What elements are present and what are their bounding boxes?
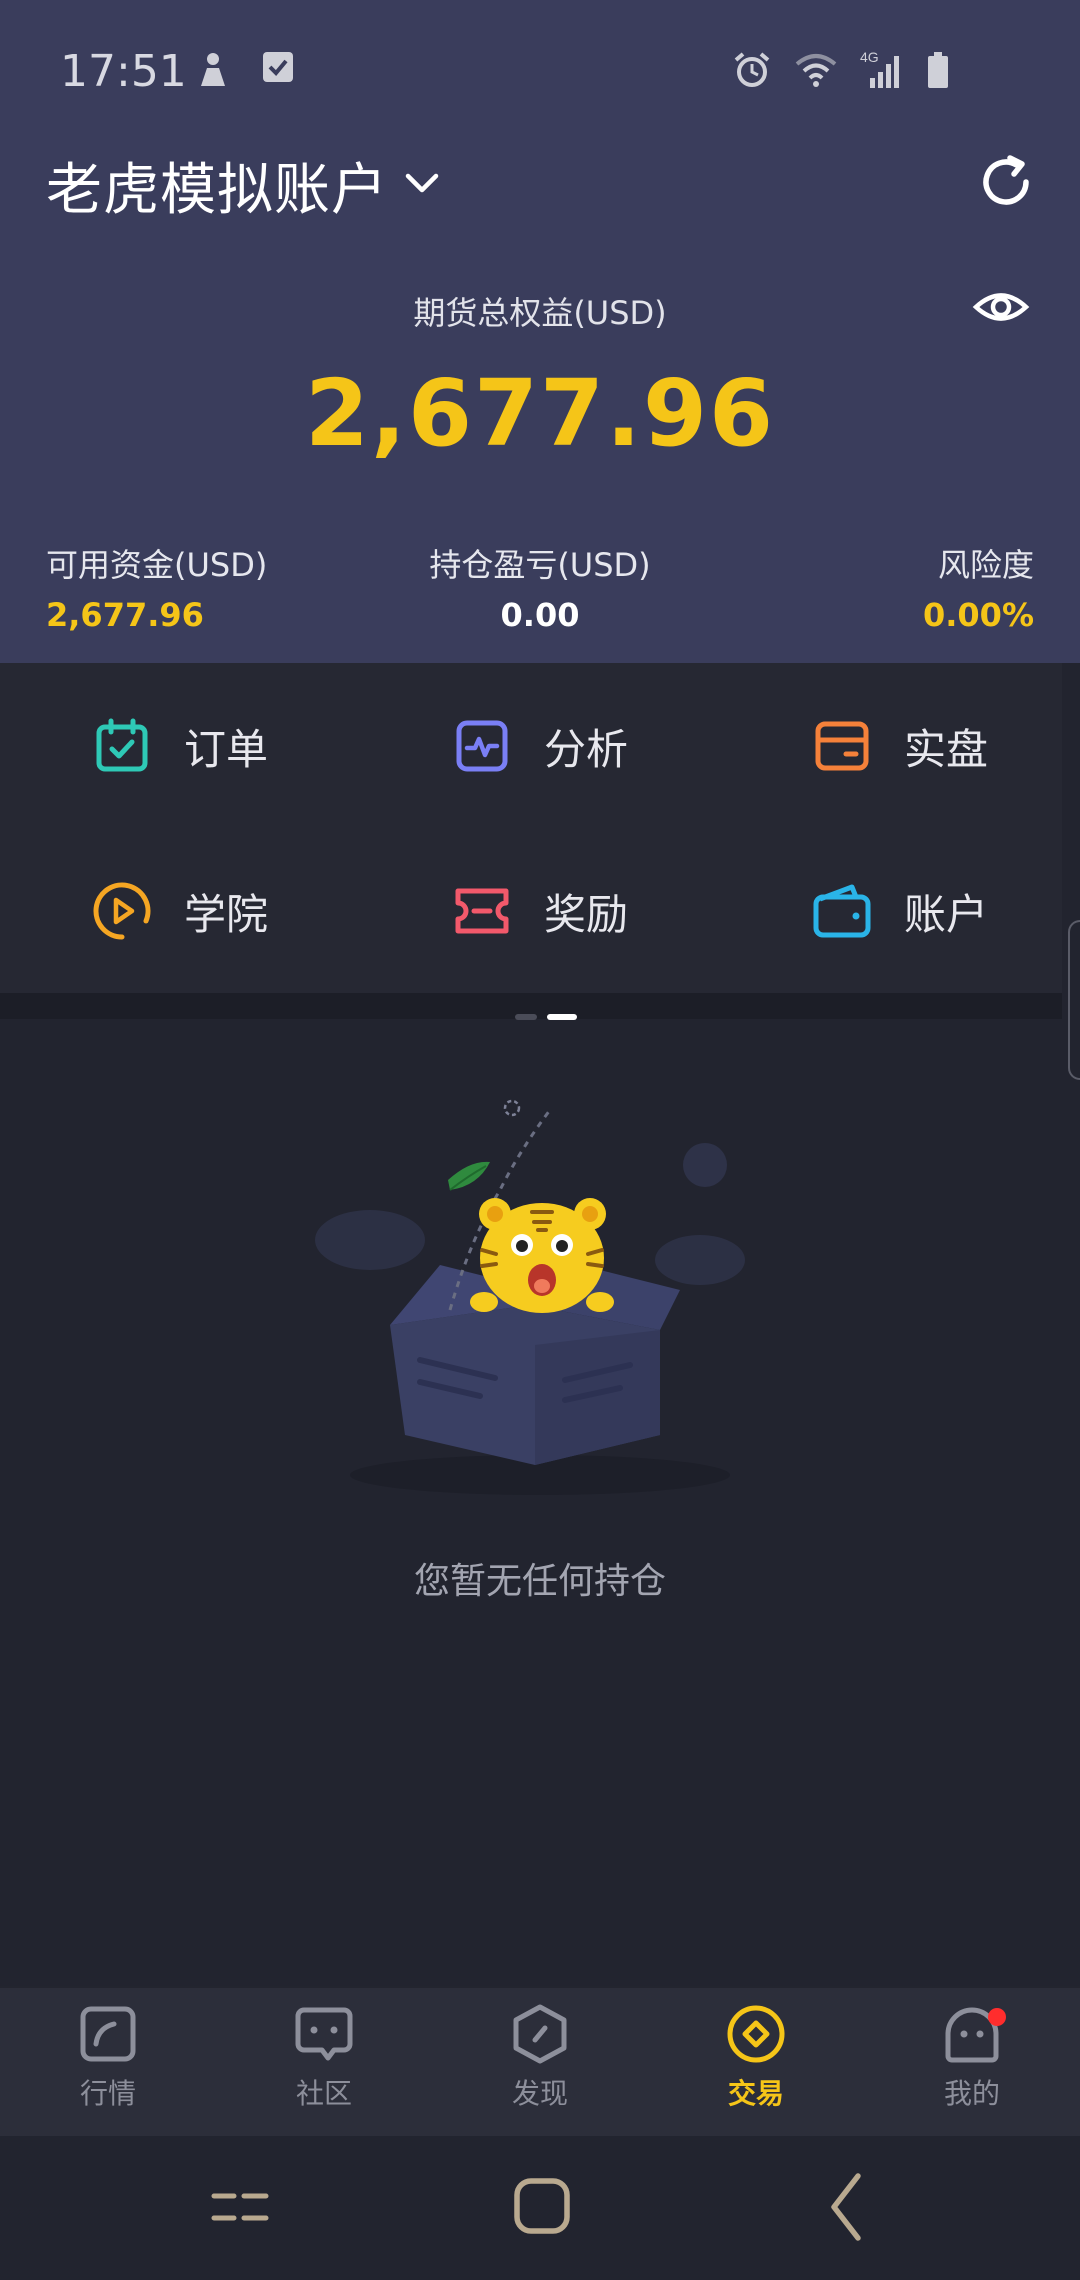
system-navigation-bar: [0, 2136, 1080, 2280]
nav-label: 我的: [943, 2077, 1000, 2110]
alarm-icon: [732, 50, 772, 90]
eye-icon: [972, 293, 1030, 336]
community-icon: [244, 2004, 404, 2064]
account-header: 17:51 4G 老虎模拟账户 期货总权益(USD) 2,677.96 可用资金…: [0, 0, 1080, 663]
shortcut-label: 奖励: [544, 889, 629, 939]
shortcut-label: 学院: [184, 889, 269, 939]
shortcut-academy[interactable]: 学院: [92, 871, 268, 951]
page-indicator: [515, 1014, 577, 1020]
ticket-icon: [452, 881, 512, 941]
nav-label: 社区: [295, 2077, 352, 2110]
trade-icon: [676, 2004, 836, 2064]
refresh-button[interactable]: [976, 152, 1036, 212]
account-selector[interactable]: 老虎模拟账户: [46, 150, 442, 223]
recent-apps-icon[interactable]: [210, 2188, 270, 2232]
nav-trade[interactable]: 交易: [676, 2004, 836, 2112]
signal-icon: 4G: [860, 50, 904, 90]
nav-profile[interactable]: 我的: [892, 2004, 1052, 2112]
position-pnl-label: 持仓盈亏(USD): [429, 546, 651, 584]
notification-badge: [988, 2008, 1006, 2026]
discover-icon: [460, 2004, 620, 2064]
shortcut-rewards[interactable]: 奖励: [452, 871, 628, 951]
shortcut-account[interactable]: 账户: [812, 871, 988, 951]
battery-icon: [926, 50, 950, 90]
nav-label: 发现: [511, 2077, 568, 2110]
calendar-check-icon: [92, 716, 152, 776]
shortcut-label: 实盘: [904, 724, 989, 774]
edge-panel-handle[interactable]: [1068, 920, 1080, 1080]
shortcut-orders[interactable]: 订单: [92, 706, 268, 786]
chevron-down-icon: [402, 168, 442, 202]
wifi-icon: [794, 52, 838, 88]
empty-tiger-illustration: [300, 1090, 780, 1510]
position-pnl-value: 0.00: [500, 596, 580, 634]
notification-app-icon: [195, 50, 231, 90]
risk-level: 风险度 0.00%: [923, 540, 1034, 634]
back-icon[interactable]: [826, 2172, 866, 2246]
empty-positions-message: 您暂无任何持仓: [413, 1561, 666, 1602]
profile-icon: [892, 2004, 1052, 2064]
bottom-navigation: 行情 社区 发现 交易 我的: [0, 1986, 1080, 2136]
risk-level-label: 风险度: [937, 546, 1034, 584]
play-circle-icon: [92, 881, 152, 941]
position-pnl: 持仓盈亏(USD) 0.00: [0, 540, 1080, 634]
shortcut-label: 分析: [544, 724, 629, 774]
svg-text:4G: 4G: [860, 50, 879, 65]
status-bar: 17:51 4G: [0, 0, 1080, 145]
status-time: 17:51: [60, 46, 187, 97]
wallet-icon: [812, 881, 872, 941]
risk-level-value: 0.00%: [922, 596, 1034, 634]
toggle-visibility-button[interactable]: [972, 282, 1030, 332]
equity-value: 2,677.96: [305, 360, 775, 467]
market-icon: [28, 2004, 188, 2064]
card-icon: [812, 716, 872, 776]
pulse-chart-icon: [452, 716, 512, 776]
shortcut-label: 账户: [904, 889, 989, 939]
nav-label: 行情: [79, 2077, 136, 2110]
account-name: 老虎模拟账户: [46, 157, 388, 223]
shortcut-analysis[interactable]: 分析: [452, 706, 628, 786]
shortcut-grid: 订单 分析 实盘 学院 奖励 账户: [0, 663, 1062, 993]
nav-discover[interactable]: 发现: [460, 2004, 620, 2112]
shortcut-live-account[interactable]: 实盘: [812, 706, 988, 786]
checkbox-notification-icon: [261, 50, 295, 90]
shortcut-label: 订单: [184, 724, 269, 774]
refresh-icon: [976, 155, 1036, 216]
page-dot: [515, 1014, 537, 1020]
nav-community[interactable]: 社区: [244, 2004, 404, 2112]
nav-market[interactable]: 行情: [28, 2004, 188, 2112]
page-dot-active: [547, 1014, 577, 1020]
home-icon[interactable]: [512, 2176, 572, 2240]
nav-label: 交易: [727, 2077, 784, 2110]
equity-label: 期货总权益(USD): [413, 294, 667, 332]
